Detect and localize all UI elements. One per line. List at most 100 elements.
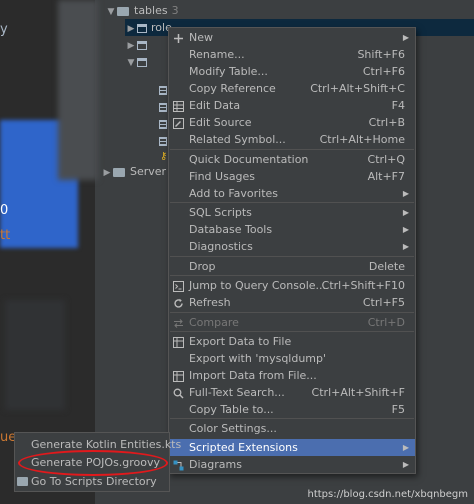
key-icon: ⚷ [160,151,168,162]
menu-separator [170,275,414,276]
column-icon [159,137,167,146]
plus-icon [173,32,184,43]
tree-node-table[interactable]: ▶ [125,36,151,53]
menu-separator [170,149,414,150]
submenu-item-go-to-scripts-directory[interactable]: Go To Scripts Directory [15,473,169,490]
menu-item-shortcut: Ctrl+Alt+Shift+F [311,386,405,399]
menu-item-label: Import Data from File... [189,369,317,382]
menu-item-sql-scripts[interactable]: SQL Scripts ▶ [169,204,415,221]
menu-item-label: Drop [189,260,216,273]
menu-item-export-data-to-file[interactable]: Export Data to File [169,333,415,350]
chevron-right-icon[interactable]: ▶ [101,165,113,182]
submenu-item-label: Generate Kotlin Entities.kts [31,438,182,451]
menu-item-shortcut: F4 [391,99,405,112]
editor-text-fragment: tt [0,228,11,243]
menu-item-find-usages[interactable]: Find Usages Alt+F7 [169,168,415,185]
menu-item-export-with-mysqldump[interactable]: Export with 'mysqldump' [169,350,415,367]
menu-item-rename[interactable]: Rename... Shift+F6 [169,46,415,63]
folder-icon [117,6,129,16]
menu-item-import-data-from-file[interactable]: Import Data from File... [169,367,415,384]
column-icon [159,86,167,95]
menu-item-color-settings[interactable]: Color Settings... [169,420,415,437]
menu-item-edit-data[interactable]: Edit Data F4 [169,97,415,114]
menu-item-label: Copy Reference [189,82,276,95]
menu-item-new[interactable]: New ▶ [169,29,415,46]
submenu-item-generate-kotlin-entities-kts[interactable]: Generate Kotlin Entities.kts [15,436,181,453]
compare-icon [173,317,184,328]
menu-item-diagnostics[interactable]: Diagnostics ▶ [169,238,415,255]
tree-node-table[interactable]: ▼ [125,53,151,70]
menu-item-shortcut: Ctrl+F6 [362,65,405,78]
import-icon [173,370,184,382]
menu-item-label: Export with 'mysqldump' [189,352,327,365]
menu-item-drop[interactable]: Drop Delete [169,258,415,275]
table-icon [137,23,147,33]
menu-item-scripted-extensions[interactable]: Scripted Extensions ▶ [169,439,415,456]
submenu-arrow-icon: ▶ [402,225,409,234]
menu-item-database-tools[interactable]: Database Tools ▶ [169,221,415,238]
export-icon [173,336,184,348]
menu-item-shortcut: Ctrl+B [368,116,405,129]
menu-item-shortcut: Ctrl+Q [367,153,405,166]
submenu-item-generate-pojos-groovy[interactable]: Generate POJOs.groovy [15,454,169,471]
menu-item-copy-reference[interactable]: Copy Reference Ctrl+Alt+Shift+C [169,80,415,97]
menu-item-label: Edit Data [189,99,241,112]
menu-separator [170,256,414,257]
scripted-extensions-submenu: Generate Kotlin Entities.kts Generate POJ… [14,432,181,492]
folder-icon [113,167,125,177]
menu-item-full-text-search[interactable]: Full-Text Search... Ctrl+Alt+Shift+F [169,384,415,401]
menu-item-shortcut: Ctrl+Alt+Shift+C [310,82,405,95]
menu-item-label: SQL Scripts [189,206,252,219]
chevron-down-icon[interactable]: ▼ [125,55,137,72]
console-icon [173,280,184,292]
tree-node-server[interactable]: ▶ Server C [101,163,178,182]
diagram-icon [173,459,184,471]
submenu-item-label: Go To Scripts Directory [31,475,157,488]
menu-item-label: Compare [189,316,239,329]
submenu-item-label: Generate POJOs.groovy [31,456,161,469]
menu-item-label: Color Settings... [189,422,277,435]
menu-item-label: Database Tools [189,223,273,236]
menu-item-compare: Compare Ctrl+D [169,314,415,331]
menu-item-shortcut: Ctrl+Alt+Home [319,133,405,146]
menu-item-add-to-favorites[interactable]: Add to Favorites ▶ [169,185,415,202]
menu-item-related-symbol[interactable]: Related Symbol... Ctrl+Alt+Home [169,131,415,148]
column-icon [159,103,167,112]
menu-item-label: Edit Source [189,116,252,129]
menu-item-label: Copy Table to... [189,403,274,416]
menu-item-label: Find Usages [189,170,256,183]
menu-item-label: Refresh [189,296,231,309]
menu-item-label: Related Symbol... [189,133,286,146]
menu-item-diagrams[interactable]: Diagrams ▶ [169,456,415,473]
edit-pencil-icon [173,117,184,129]
menu-item-label: Full-Text Search... [189,386,285,399]
search-icon [173,387,184,399]
editor-text-fragment: y [0,22,8,37]
table-grid-icon [173,100,184,112]
chevron-down-icon[interactable]: ▼ [105,4,117,21]
menu-item-copy-table-to[interactable]: Copy Table to... F5 [169,401,415,418]
menu-item-label: Export Data to File [189,335,292,348]
menu-item-jump-to-query-console[interactable]: Jump to Query Console... Ctrl+Shift+F10 [169,277,415,294]
menu-item-label: Diagnostics [189,240,253,253]
menu-separator [170,312,414,313]
menu-item-modify-table[interactable]: Modify Table... Ctrl+F6 [169,63,415,80]
menu-item-label: Quick Documentation [189,153,309,166]
blurred-region [58,0,98,180]
tree-node-tables[interactable]: ▼ tables 3 [105,2,179,19]
menu-separator [170,202,414,203]
submenu-arrow-icon: ▶ [402,460,409,469]
menu-item-quick-documentation[interactable]: Quick Documentation Ctrl+Q [169,151,415,168]
menu-item-refresh[interactable]: Refresh Ctrl+F5 [169,294,415,311]
menu-item-label: Diagrams [189,458,242,471]
editor-text-fragment: 0 [0,203,9,218]
menu-item-shortcut: F5 [391,403,405,416]
submenu-arrow-icon: ▶ [402,443,409,452]
submenu-arrow-icon: ▶ [402,33,409,42]
menu-item-shortcut: Alt+F7 [367,170,405,183]
menu-item-edit-source[interactable]: Edit Source Ctrl+B [169,114,415,131]
folder-icon [17,477,28,486]
menu-item-label: Modify Table... [189,65,268,78]
submenu-arrow-icon: ▶ [402,208,409,217]
menu-item-label: Add to Favorites [189,187,279,200]
